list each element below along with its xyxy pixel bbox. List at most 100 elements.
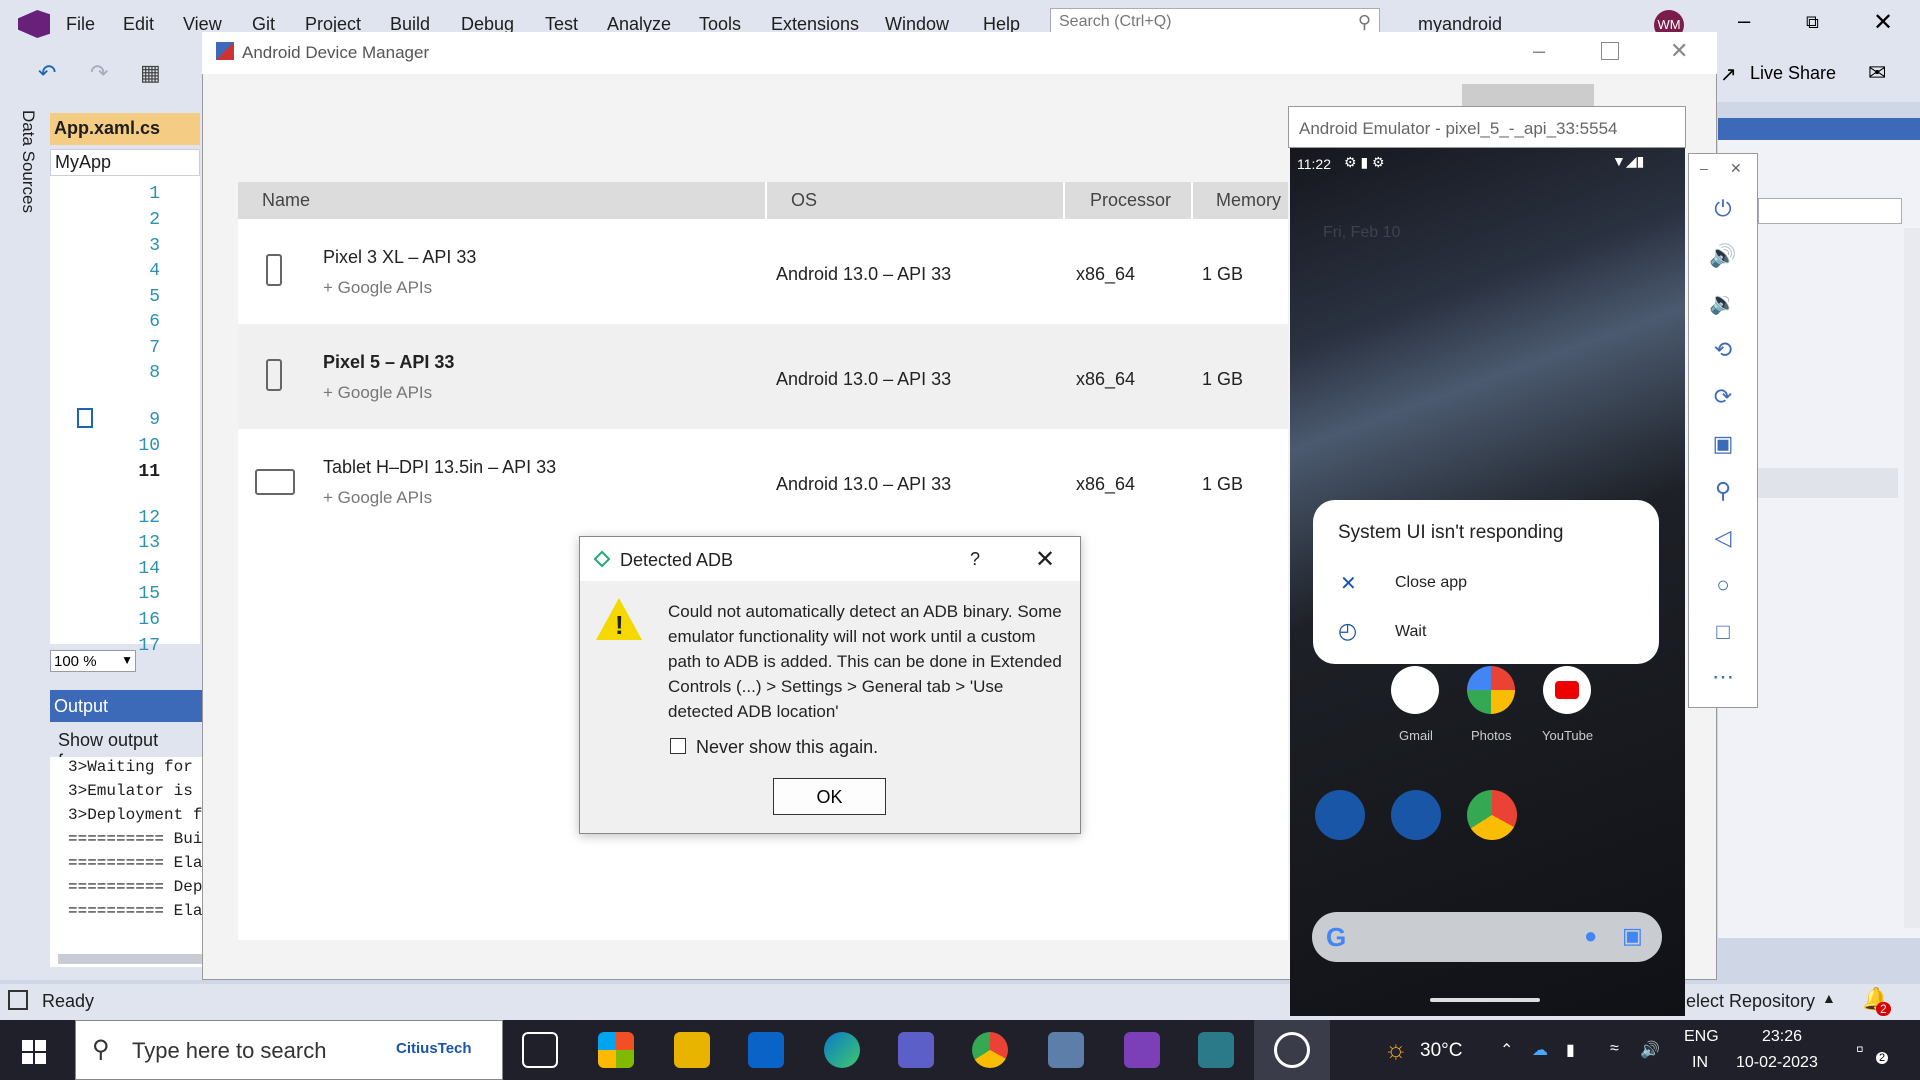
mic-icon[interactable]: ● [1584,923,1597,949]
never-show-checkbox[interactable] [670,738,686,754]
forward-icon[interactable]: ↷ [90,60,108,86]
emu-minimize-button[interactable]: – [1700,160,1708,176]
remote-desktop-icon[interactable] [1048,1032,1084,1068]
chrome-app-icon[interactable] [1467,790,1517,840]
feedback-icon[interactable]: ✉ [1868,60,1886,86]
outlook-icon[interactable] [748,1032,784,1068]
clock-icon[interactable]: ◴ [1338,618,1357,644]
file-explorer-icon[interactable] [674,1032,710,1068]
dm-maximize-button[interactable] [1601,42,1619,60]
lens-icon[interactable]: ▣ [1622,923,1643,949]
clock-time[interactable]: 23:26 [1762,1028,1802,1046]
vs-minimize-button[interactable]: – [1738,8,1750,34]
right-panel-scrollbar[interactable] [1904,228,1920,928]
editor-project-combo[interactable]: MyApp [50,149,200,176]
editor-tab[interactable]: App.xaml.cs [50,113,200,145]
home-nav-icon[interactable]: ○ [1708,572,1738,602]
menu-edit[interactable]: Edit [123,14,154,35]
youtube-app-icon[interactable] [1543,666,1591,714]
gmail-app-icon[interactable] [1391,666,1439,714]
output-scrollbar[interactable] [58,954,205,964]
line-number: 5 [149,287,160,307]
phone-app-icon[interactable] [1315,790,1365,840]
back-nav-icon[interactable]: ◁ [1708,525,1738,555]
notification-center-badge: 2 [1876,1052,1889,1064]
table-row[interactable]: Pixel 3 XL – API 33 + Google APIs Androi… [238,219,1288,324]
teams-icon[interactable] [898,1032,934,1068]
dm-edit-button[interactable] [1462,84,1594,108]
emu-close-button[interactable]: ✕ [1730,160,1742,177]
overview-nav-icon[interactable]: □ [1708,619,1738,649]
line-number: 10 [138,436,160,456]
new-project-icon[interactable]: ▦ [140,60,161,86]
messages-app-icon[interactable] [1391,790,1441,840]
tray-chevron-icon[interactable]: ⌃ [1500,1040,1513,1060]
emulator-title: Android Emulator - pixel_5_-_api_33:5554 [1288,106,1686,148]
zoom-select[interactable]: 100 % ▼ [50,650,136,672]
dm-close-button[interactable]: ✕ [1670,38,1688,64]
dialog-help-button[interactable]: ? [970,549,980,570]
volume-down-icon[interactable]: 🔉 [1708,290,1738,320]
camera-icon[interactable]: ▣ [1708,431,1738,461]
task-view-icon[interactable] [522,1032,558,1068]
notification-center-icon[interactable]: ▫ [1856,1036,1864,1062]
close-icon[interactable]: ✕ [1340,571,1357,596]
windows-start-icon[interactable] [22,1040,46,1064]
home-indicator[interactable] [1430,998,1540,1002]
never-show-label[interactable]: Never show this again. [696,737,878,758]
data-sources-tab[interactable]: Data Sources [8,110,38,220]
wifi-icon[interactable]: ≈ [1610,1040,1619,1058]
visual-studio-icon[interactable] [1124,1032,1160,1068]
anr-close-app[interactable]: Close app [1395,574,1467,592]
ok-button[interactable]: OK [773,778,886,815]
column-os[interactable]: OS [791,190,817,211]
select-repository[interactable]: elect Repository [1686,991,1815,1012]
table-row-selected[interactable]: Pixel 5 – API 33 + Google APIs Android 1… [238,324,1288,429]
dialog-close-button[interactable]: ✕ [1035,545,1055,574]
rotate-right-icon[interactable]: ⟳ [1708,384,1738,414]
table-row[interactable]: Tablet H–DPI 13.5in – API 33 + Google AP… [238,429,1288,534]
column-memory[interactable]: Memory [1216,190,1281,211]
app-label: Gmail [1399,728,1433,743]
battery-icon[interactable]: ▮ [1566,1040,1575,1060]
live-share-icon[interactable]: ↗ [1720,62,1737,87]
google-search-bar[interactable]: G ● ▣ [1312,912,1662,962]
weather-icon: ☼ [1384,1034,1408,1064]
vs-close-button[interactable]: ✕ [1873,8,1893,37]
emulator-taskbar-icon[interactable] [1274,1032,1310,1068]
store-icon[interactable] [598,1032,634,1068]
back-icon[interactable]: ↶ [38,60,56,86]
edge-icon[interactable] [824,1032,860,1068]
more-icon[interactable]: ⋯ [1708,664,1738,694]
anr-wait[interactable]: Wait [1395,623,1426,641]
volume-up-icon[interactable]: 🔊 [1708,243,1738,273]
menu-file[interactable]: File [66,14,95,35]
tablet-icon [255,469,295,495]
line-number: 1 [149,184,160,204]
photos-app-icon[interactable] [1467,666,1515,714]
header-divider [1063,182,1065,219]
phone-date: Fri, Feb 10 [1323,224,1401,241]
device-manager-taskbar-icon[interactable] [1198,1032,1234,1068]
zoom-icon[interactable]: ⚲ [1708,478,1738,508]
lang-in[interactable]: IN [1692,1054,1708,1072]
chrome-icon[interactable] [972,1032,1008,1068]
lang-eng[interactable]: ENG [1684,1028,1719,1046]
power-icon[interactable]: ⏻ [1708,196,1738,226]
taskbar-search[interactable]: ⚲ Type here to search CitiusTech [75,1020,503,1080]
rotate-left-icon[interactable]: ⟲ [1708,337,1738,367]
onedrive-icon[interactable]: ☁ [1532,1040,1548,1060]
column-name[interactable]: Name [262,190,310,211]
vs-restore-button[interactable]: ⧉ [1806,12,1819,33]
right-panel-search[interactable] [1758,198,1902,224]
weather-temp: 30°C [1420,1040,1463,1061]
dm-minimize-button[interactable]: – [1533,38,1545,64]
app-label: Photos [1471,728,1512,743]
right-panel-header [1718,118,1920,140]
output-line: 3>Deployment f [68,806,203,824]
column-processor[interactable]: Processor [1090,190,1171,211]
live-share-button[interactable]: Live Share [1750,63,1836,84]
volume-icon[interactable]: 🔊 [1640,1040,1660,1060]
device-name: Pixel 3 XL – API 33 [323,247,477,267]
clock-date[interactable]: 10-02-2023 [1736,1054,1818,1072]
